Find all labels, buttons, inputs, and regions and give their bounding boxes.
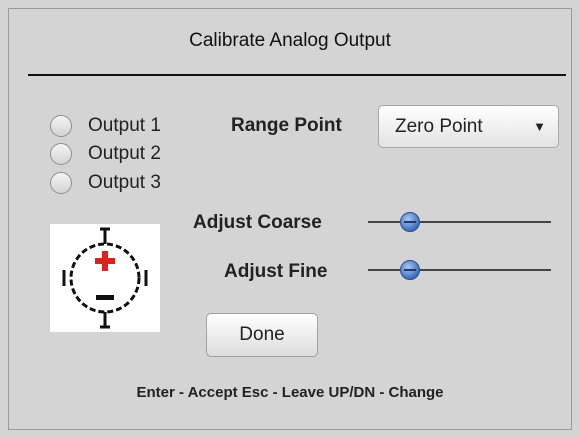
adjust-fine-track [368, 269, 551, 271]
output-2-label: Output 2 [88, 143, 161, 164]
output-1-option[interactable]: Output 1 [50, 112, 161, 140]
output-3-option[interactable]: Output 3 [50, 169, 161, 197]
adjust-coarse-track [368, 221, 551, 223]
output-terminal-icon [50, 224, 160, 332]
adjust-fine-thumb[interactable] [400, 260, 421, 280]
output-2-option[interactable]: Output 2 [50, 140, 161, 168]
keyboard-hint: Enter - Accept Esc - Leave UP/DN - Chang… [136, 384, 444, 401]
range-point-value: Zero Point [395, 115, 483, 137]
adjust-coarse-label: Adjust Coarse [193, 212, 322, 233]
dropdown-arrow-icon: ▼ [533, 119, 546, 134]
done-button[interactable]: Done [206, 313, 318, 357]
output-3-label: Output 3 [88, 172, 161, 193]
dialog-title: Calibrate Analog Output [189, 30, 391, 51]
output-1-label: Output 1 [88, 115, 161, 136]
output-2-radio[interactable] [50, 143, 72, 165]
output-3-radio[interactable] [50, 172, 72, 194]
adjust-coarse-thumb[interactable] [400, 212, 421, 232]
range-point-label: Range Point [231, 115, 342, 136]
adjust-coarse-slider[interactable] [368, 210, 551, 234]
output-1-radio[interactable] [50, 115, 72, 137]
adjust-fine-slider[interactable] [368, 258, 551, 282]
title-divider [28, 74, 566, 76]
range-point-select[interactable]: Zero Point ▼ [378, 105, 559, 148]
adjust-fine-label: Adjust Fine [224, 261, 328, 282]
